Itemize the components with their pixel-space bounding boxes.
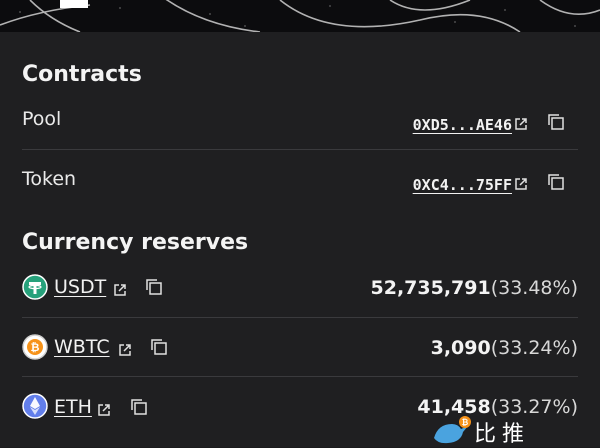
usdt-link[interactable]: USDT [54, 276, 106, 298]
tether-icon [22, 274, 48, 300]
token-label: Token [22, 168, 77, 190]
pool-address-link[interactable]: 0XD5...AE46 [413, 116, 512, 134]
copy-icon[interactable] [546, 172, 566, 192]
divider [22, 376, 578, 377]
copy-icon[interactable] [129, 397, 149, 417]
wbtc-icon: ₿ [22, 334, 48, 360]
watermark-text: 比推 [474, 422, 531, 447]
usdt-percent: (33.48%) [490, 277, 578, 299]
external-link-icon[interactable] [514, 117, 528, 131]
copy-icon[interactable] [144, 277, 164, 297]
token-address-link[interactable]: 0XC4...75FF [413, 176, 512, 194]
contracts-heading: Contracts [22, 62, 142, 87]
external-link-icon[interactable] [113, 283, 127, 297]
bird-logo-icon: ₿ [434, 416, 471, 444]
eth-icon [22, 393, 48, 419]
currency-reserves-heading: Currency reserves [22, 230, 249, 255]
copy-icon[interactable] [546, 112, 566, 132]
hero-banner [0, 0, 600, 32]
wbtc-percent: (33.24%) [490, 337, 578, 359]
divider [22, 317, 578, 318]
watermark: ₿ 比推 [428, 412, 600, 447]
external-link-icon[interactable] [97, 403, 111, 417]
usdt-reserve: 52,735,791(33.48%) [371, 277, 578, 299]
svg-text:₿: ₿ [31, 341, 40, 354]
pool-label: Pool [22, 108, 62, 130]
wbtc-amount: 3,090 [430, 337, 491, 359]
divider [22, 149, 578, 150]
external-link-icon[interactable] [514, 177, 528, 191]
external-link-icon[interactable] [118, 343, 132, 357]
eth-link[interactable]: ETH [54, 396, 92, 418]
wbtc-reserve: 3,090(33.24%) [431, 337, 578, 359]
usdt-amount: 52,735,791 [370, 277, 491, 299]
wbtc-link[interactable]: WBTC [54, 336, 110, 358]
svg-text:₿: ₿ [462, 418, 469, 427]
copy-icon[interactable] [149, 337, 169, 357]
